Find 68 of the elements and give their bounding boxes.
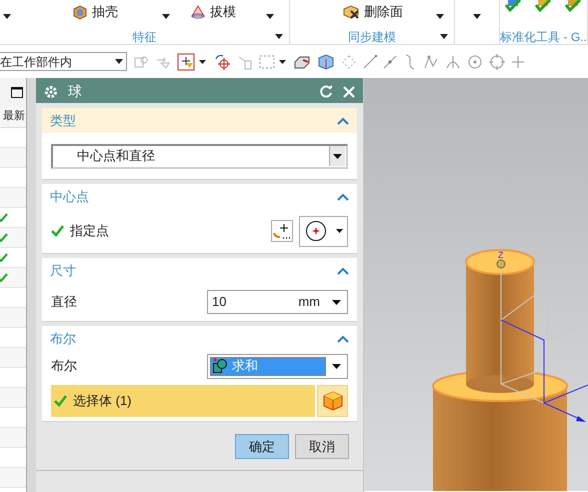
- caret-icon[interactable]: [436, 14, 444, 19]
- reset-icon[interactable]: [320, 85, 333, 98]
- caret-icon[interactable]: [162, 14, 170, 19]
- group-label: 标准化工具 - G..: [500, 28, 587, 44]
- caret-icon[interactable]: [329, 146, 345, 166]
- intersection-icon[interactable]: [445, 54, 461, 70]
- type-dropdown[interactable]: 中心点和直径: [51, 144, 348, 168]
- point-type-button[interactable]: [299, 216, 348, 246]
- close-icon[interactable]: [343, 86, 355, 98]
- command-label[interactable]: 拔模: [210, 2, 236, 22]
- eraser-icon[interactable]: [293, 54, 311, 70]
- diameter-field[interactable]: 10 mm: [207, 290, 348, 314]
- dialog-title: 球: [68, 82, 83, 101]
- check-icon: [0, 233, 8, 242]
- settings-icon[interactable]: [44, 84, 58, 98]
- point-dialog-button[interactable]: [271, 220, 293, 242]
- check-icon: [0, 213, 8, 222]
- draft-icon[interactable]: [190, 4, 206, 20]
- command-label[interactable]: 抽壳: [92, 2, 118, 22]
- shell-icon[interactable]: [72, 4, 88, 20]
- selection-filter-icon[interactable]: [177, 52, 207, 70]
- parts-icon[interactable]: [133, 54, 149, 70]
- expand-icon[interactable]: [275, 34, 283, 39]
- caret-icon: [332, 364, 341, 368]
- field-label: 指定点: [70, 222, 110, 240]
- line-end-icon[interactable]: [363, 54, 377, 68]
- caret-icon[interactable]: [473, 14, 481, 19]
- control-point-icon[interactable]: [423, 54, 439, 70]
- select-body-button[interactable]: [317, 385, 348, 417]
- line-midpoint-icon[interactable]: [383, 54, 397, 68]
- caret-icon[interactable]: [3, 14, 11, 19]
- snap-icon[interactable]: [213, 52, 231, 70]
- command-label[interactable]: 删除面: [364, 2, 403, 22]
- check-icon: [0, 253, 8, 262]
- group-label: 特征: [132, 28, 156, 44]
- assembly-icon[interactable]: [237, 54, 253, 70]
- collapse-icon[interactable]: [337, 334, 349, 342]
- field-label: 直径: [51, 293, 78, 312]
- unite-icon: [212, 358, 228, 374]
- list-row[interactable]: [0, 268, 26, 288]
- caret-icon[interactable]: [115, 59, 123, 64]
- dialog-button[interactable]: 确定: [235, 434, 289, 459]
- delete-face-icon[interactable]: [342, 4, 360, 20]
- field-label: 布尔: [51, 357, 78, 376]
- maximize-icon[interactable]: [11, 86, 23, 98]
- dialog-button[interactable]: 取消: [295, 434, 349, 459]
- collapse-icon[interactable]: [337, 266, 349, 274]
- group-label: 同步建模: [348, 28, 396, 44]
- axis-label: Z: [498, 250, 504, 260]
- cube-icon[interactable]: [317, 52, 335, 70]
- select-body-row[interactable]: 选择体 (1): [51, 385, 315, 417]
- expand-icon[interactable]: [440, 34, 448, 39]
- scope-dropdown[interactable]: 在工作部件内: [0, 52, 127, 71]
- caret-icon: [332, 300, 341, 304]
- caret-icon: [336, 229, 342, 233]
- collapse-icon[interactable]: [337, 116, 349, 124]
- box-select-icon[interactable]: [259, 54, 287, 70]
- check-icon: [0, 273, 8, 282]
- points-icon[interactable]: [341, 54, 357, 70]
- quadrant-icon[interactable]: [489, 54, 505, 70]
- caret-icon[interactable]: [266, 14, 274, 19]
- plus-icon[interactable]: [511, 54, 525, 68]
- list-row[interactable]: [0, 228, 26, 248]
- point-icon: [304, 220, 326, 242]
- collapse-icon[interactable]: [337, 192, 349, 200]
- center-icon[interactable]: [467, 54, 483, 70]
- curve-icon[interactable]: [403, 54, 417, 70]
- cube-icon: [322, 390, 344, 412]
